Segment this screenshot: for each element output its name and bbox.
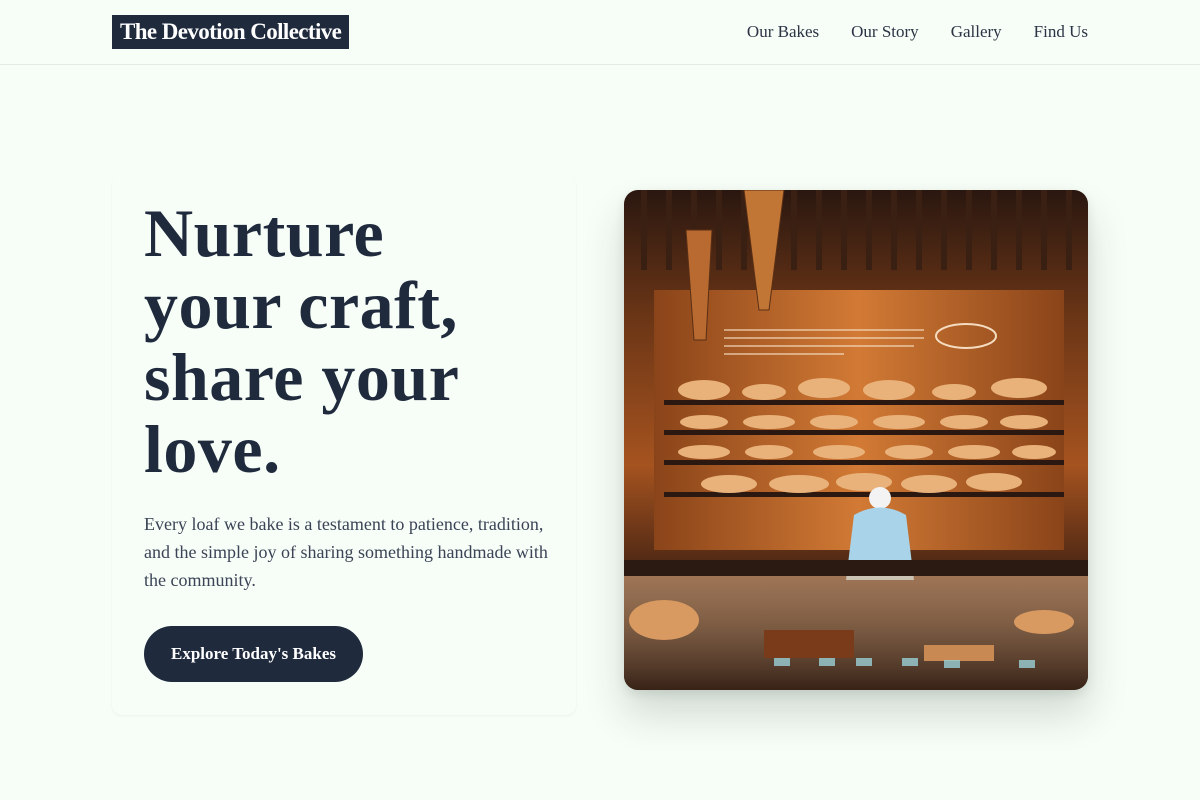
explore-bakes-button[interactable]: Explore Today's Bakes <box>144 626 363 682</box>
headline-line: your craft, <box>144 267 458 343</box>
headline-line: Nurture <box>144 195 385 271</box>
headline-line: love. <box>144 411 281 487</box>
nav-our-story[interactable]: Our Story <box>851 20 919 44</box>
nav-our-bakes[interactable]: Our Bakes <box>747 20 819 44</box>
hero-lede: Every loaf we bake is a testament to pat… <box>144 514 548 590</box>
site-header: The Devotion Collective Our Bakes Our St… <box>0 0 1200 65</box>
brand-logo[interactable]: The Devotion Collective <box>112 15 350 49</box>
main-nav: Our Bakes Our Story Gallery Find Us <box>747 20 1088 44</box>
nav-gallery[interactable]: Gallery <box>951 20 1002 44</box>
nav-find-us[interactable]: Find Us <box>1034 20 1088 44</box>
hero-headline: Nurture your craft, share your love. <box>144 197 564 485</box>
headline-line: share your <box>144 339 460 415</box>
bakery-photo <box>624 190 1088 690</box>
